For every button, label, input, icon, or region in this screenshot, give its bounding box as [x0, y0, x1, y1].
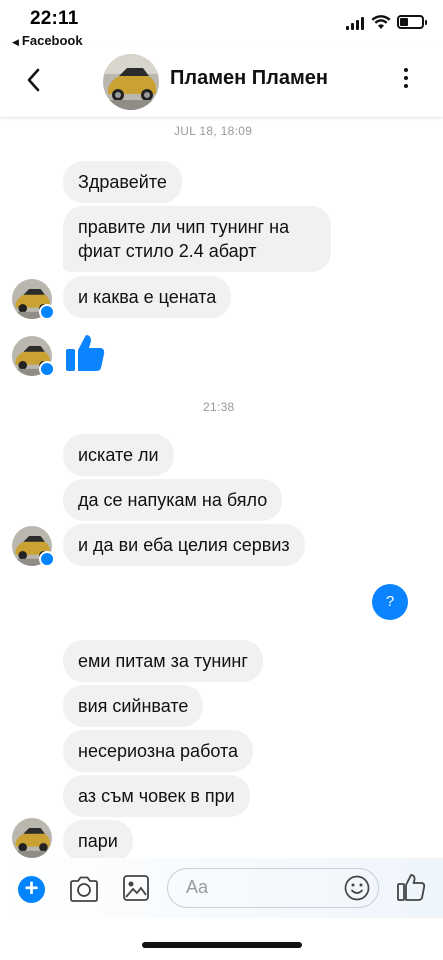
message-bubble[interactable]: правите ли чип тунинг на фиат стило 2.4 …: [63, 206, 331, 272]
message-bubble[interactable]: Здравейте: [63, 161, 182, 203]
plus-icon[interactable]: +: [18, 876, 45, 903]
timestamp: 21:38: [203, 400, 235, 414]
car-photo-icon: [12, 818, 52, 858]
emoji-icon[interactable]: [344, 875, 370, 901]
thumbs-up-icon[interactable]: [396, 872, 426, 902]
back-triangle-icon: ◀: [12, 37, 19, 47]
message-bubble[interactable]: аз съм човек в при: [63, 775, 250, 817]
like-thumb-icon[interactable]: [64, 332, 106, 374]
timestamp: JUL 18, 18:09: [174, 124, 253, 138]
messenger-badge-icon: [39, 304, 55, 320]
camera-icon[interactable]: [68, 874, 100, 904]
contact-avatar[interactable]: [103, 54, 159, 110]
battery-icon: [397, 15, 427, 29]
back-chevron-icon[interactable]: [22, 66, 46, 94]
wifi-icon: [371, 15, 391, 29]
status-time: 22:11: [30, 8, 79, 29]
message-bubble[interactable]: да се напукам на бяло: [63, 479, 283, 521]
composer-bar: + Aa: [0, 858, 443, 918]
sender-avatar[interactable]: [12, 818, 52, 858]
back-to-app-link[interactable]: ◀ Facebook: [12, 33, 83, 48]
status-bar: 22:11 ◀ Facebook: [0, 0, 443, 48]
back-app-label: Facebook: [21, 33, 83, 48]
signal-icon: [346, 16, 366, 30]
more-options-icon[interactable]: [400, 68, 412, 92]
messenger-badge-icon: [39, 361, 55, 377]
message-bubble[interactable]: и да ви еба целия сервиз: [63, 524, 305, 566]
message-bubble[interactable]: искате ли: [63, 434, 174, 476]
home-indicator: [142, 942, 302, 948]
car-photo-icon: [103, 54, 159, 110]
message-bubble[interactable]: вия сийнвате: [63, 685, 204, 727]
gallery-icon[interactable]: [122, 874, 150, 902]
messenger-badge-icon: [39, 551, 55, 567]
contact-name[interactable]: Пламен Пламен: [170, 67, 328, 90]
message-bubble[interactable]: пари: [63, 820, 133, 862]
message-bubble[interactable]: и каква е цената: [63, 276, 232, 318]
message-bubble[interactable]: несериозна работа: [63, 730, 254, 772]
chat-header: Пламен Пламен: [0, 48, 443, 118]
sent-message-bubble[interactable]: ?: [372, 584, 408, 620]
message-bubble[interactable]: еми питам за тунинг: [63, 640, 263, 682]
